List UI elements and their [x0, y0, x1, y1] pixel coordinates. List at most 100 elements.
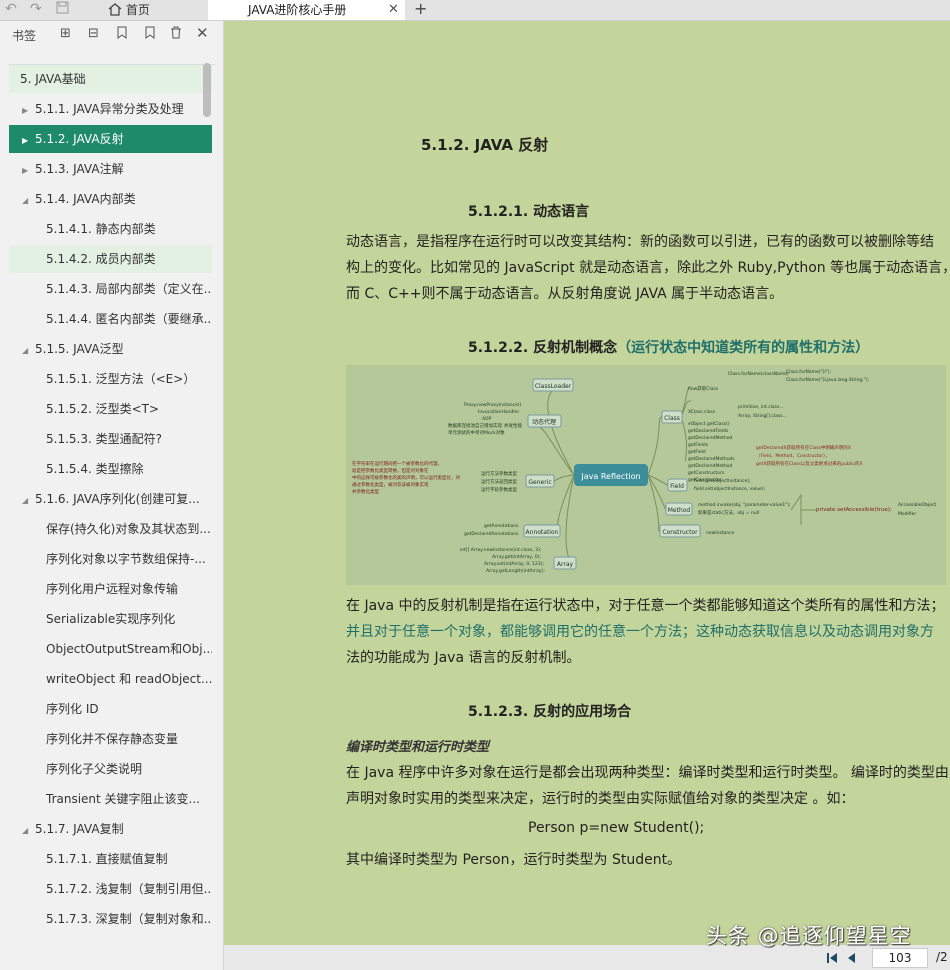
- bookmark-item[interactable]: 5.1.5.3. 类型通配符?: [9, 425, 212, 453]
- leaf: Array.get(intArray, 0);: [492, 554, 541, 560]
- expand-all-icon[interactable]: ⊞: [60, 26, 71, 41]
- bookmark-item[interactable]: 5.1.4.2. 成员内部类: [9, 245, 212, 273]
- text-line: 法的功能成为 Java 语言的反射机制。: [346, 650, 581, 666]
- bookmark-item[interactable]: 5.1.7.1. 直接赋值复制: [9, 845, 212, 873]
- leaf: Array, String[].class...: [738, 413, 787, 419]
- node-label: ClassLoader: [535, 383, 572, 390]
- leaf: getDeclaredMethods: [688, 456, 735, 462]
- bookmark-item[interactable]: 序列化 ID: [9, 695, 212, 723]
- bookmark-item[interactable]: ▶ 5.1.1. JAVA异常分类及处理: [9, 95, 212, 123]
- leaf: primitive, int.class...: [738, 404, 784, 410]
- redo-icon[interactable]: ↷: [30, 1, 42, 17]
- bookmark-item[interactable]: ◢ 5.1.7. JAVA复制: [9, 815, 212, 843]
- text-line: 在 Java 中的反射机制是指在运行状态中，对于任意一个类都能够知道这个类所有的…: [346, 598, 945, 614]
- bookmark-item[interactable]: 5. JAVA基础: [9, 65, 212, 93]
- leaf: 单元测试的中单对Mock对象: [448, 429, 505, 436]
- bookmark-item[interactable]: 5.1.5.1. 泛型方法（<E>）: [9, 365, 212, 393]
- leaf: field.set(objectInstance, value);: [694, 486, 765, 492]
- bookmark-item[interactable]: 序列化对象以字节数组保持-...: [9, 545, 212, 573]
- heading-5-1-2-3: 5.1.2.3. 反射的应用场合: [468, 704, 632, 720]
- bookmark-item[interactable]: 保存(持久化)对象及其状态到...: [9, 515, 212, 543]
- bookmark-item[interactable]: 5.1.7.2. 浅复制（复制引用但...: [9, 875, 212, 903]
- close-tab-icon[interactable]: ✕: [388, 0, 399, 20]
- undo-icon[interactable]: ↶: [5, 1, 17, 17]
- bookmark-label: 序列化子父类说明: [46, 762, 143, 776]
- bookmark-item[interactable]: writeObject 和 readObject...: [9, 665, 212, 693]
- expand-arrow-icon[interactable]: ▶: [22, 157, 32, 183]
- first-page-icon[interactable]: [827, 953, 837, 963]
- collapse-arrow-icon[interactable]: ◢: [22, 187, 32, 213]
- bookmark-item[interactable]: Serializable实现序列化: [9, 605, 212, 633]
- leaf: getDeclaredAnnotations: [464, 531, 519, 537]
- leaf: Class.forName("[I");: [786, 369, 831, 375]
- bookmark-item[interactable]: 5.1.7.3. 深复制（复制对象和...: [9, 905, 212, 933]
- bookmark-item[interactable]: 5.1.4.3. 局部内部类（定义在...: [9, 275, 212, 303]
- expand-arrow-icon[interactable]: ▶: [22, 127, 32, 153]
- bookmark-label: 5.1.5.4. 类型擦除: [46, 462, 144, 476]
- delete-icon[interactable]: [170, 26, 182, 43]
- leaf: （Field、Method、Constructor），: [756, 453, 830, 459]
- node-label: Constructor: [662, 529, 698, 536]
- leaf: Class.forName(className): [728, 371, 789, 377]
- collapse-arrow-icon[interactable]: ◢: [22, 487, 32, 513]
- bookmark-item[interactable]: ◢ 5.1.5. JAVA泛型: [9, 335, 212, 363]
- subheading-compile-runtime-type: 编译时类型和运行时类型: [346, 740, 490, 755]
- collapse-arrow-icon[interactable]: ◢: [22, 337, 32, 363]
- sidebar-title: 书签: [12, 29, 37, 43]
- node-label: 动态代理: [532, 418, 556, 426]
- heading-5-1-2: 5.1.2. JAVA 反射: [421, 136, 549, 154]
- bookmark-icon[interactable]: [144, 26, 156, 43]
- bookmark-label: 5.1.1. JAVA异常分类及处理: [35, 102, 184, 116]
- close-sidebar-icon[interactable]: ✕: [196, 24, 209, 42]
- paragraph-type-summary: 其中编译时类型为 Person，运行时类型为 Student。: [346, 852, 682, 868]
- home-icon: [108, 3, 122, 16]
- leaf: Modifier: [898, 511, 916, 517]
- expand-arrow-icon[interactable]: ▶: [22, 97, 32, 123]
- page-number-input[interactable]: 103: [872, 948, 928, 968]
- leaf: 运行字段参数类型: [481, 486, 517, 493]
- leaf: getDeclaredMethod: [688, 435, 733, 441]
- bookmark-item[interactable]: ◢ 5.1.4. JAVA内部类: [9, 185, 212, 213]
- text-line: 并且对于任意一个对象，都能够调用它的任意一个方法；这种动态获取信息以及动态调用对…: [346, 624, 934, 640]
- bookmark-label: writeObject 和 readObject...: [46, 672, 212, 686]
- leaf: getDeclaredFields: [688, 428, 729, 434]
- leaf: 就是把参数化类型转换，但是对对象在: [352, 467, 429, 474]
- bookmark-item[interactable]: 5.1.4.1. 静态内部类: [9, 215, 212, 243]
- previous-page-icon[interactable]: [848, 953, 855, 963]
- add-bookmark-icon[interactable]: [116, 26, 128, 43]
- leaf: Proxy.newProxyInstance(): [464, 402, 522, 408]
- bookmark-item[interactable]: ▶ 5.1.3. JAVA注解: [9, 155, 212, 183]
- collapse-arrow-icon[interactable]: ◢: [22, 817, 32, 843]
- leaf: 如果是static方法，obj = null: [698, 509, 759, 516]
- bookmark-sidebar: 书签 ⊞ ⊟ ✕ 5. JAVA基础 ▶ 5.1.1. JAVA异常分类及处理 ▶ 5.…: [0, 21, 224, 970]
- bookmark-item[interactable]: ◢ 5.1.6. JAVA序列化(创建可复...: [9, 485, 212, 513]
- bookmark-item[interactable]: Transient 关键字阻止该变...: [9, 785, 212, 813]
- bookmark-item[interactable]: 序列化子父类说明: [9, 755, 212, 783]
- paragraph-types: 在 Java 程序中许多对象在运行是都会出现两种类型：编译时类型和运行时类型。 …: [346, 760, 949, 812]
- save-icon[interactable]: [56, 1, 69, 18]
- leaf: 并参数化类型: [352, 488, 379, 495]
- bookmark-label: 5. JAVA基础: [20, 72, 86, 86]
- bookmark-item[interactable]: 5.1.5.4. 类型擦除: [9, 455, 212, 483]
- code-example: Person p=new Student();: [528, 820, 705, 836]
- bookmark-item[interactable]: ObjectOutputStream和Obj...: [9, 635, 212, 663]
- tab-document[interactable]: JAVA进阶核心手册 ✕: [208, 0, 405, 20]
- collapse-all-icon[interactable]: ⊟: [88, 26, 99, 41]
- tab-bar: ↶ ↷ 首页 JAVA进阶核心手册 ✕ +: [0, 0, 950, 21]
- bookmark-label: 5.1.2. JAVA反射: [35, 132, 124, 146]
- bookmark-label: 5.1.4.2. 成员内部类: [46, 252, 156, 266]
- heading-number-title: 5.1.2.2. 反射机制概念: [468, 340, 618, 356]
- bookmark-item[interactable]: 5.1.5.2. 泛型类<T>: [9, 395, 212, 423]
- bookmark-item[interactable]: ▶ 5.1.2. JAVA反射: [9, 125, 212, 153]
- leaf: private.setAccessible(true);: [816, 507, 892, 513]
- bookmark-label: Serializable实现序列化: [46, 612, 176, 626]
- leaf: getConstructors: [688, 470, 725, 476]
- bookmark-item[interactable]: 5.1.4.4. 匿名内部类（要继承...: [9, 305, 212, 333]
- leaf: getAnnotations: [484, 523, 519, 529]
- bookmark-label: 5.1.4.4. 匿名内部类（要继承...: [46, 312, 212, 326]
- bookmark-item[interactable]: 序列化并不保存静态变量: [9, 725, 212, 753]
- new-tab-icon[interactable]: +: [414, 0, 427, 18]
- bookmark-item[interactable]: 序列化用户远程对象传输: [9, 575, 212, 603]
- sidebar-scrollbar[interactable]: [203, 63, 211, 117]
- tab-home[interactable]: 首页: [108, 0, 150, 20]
